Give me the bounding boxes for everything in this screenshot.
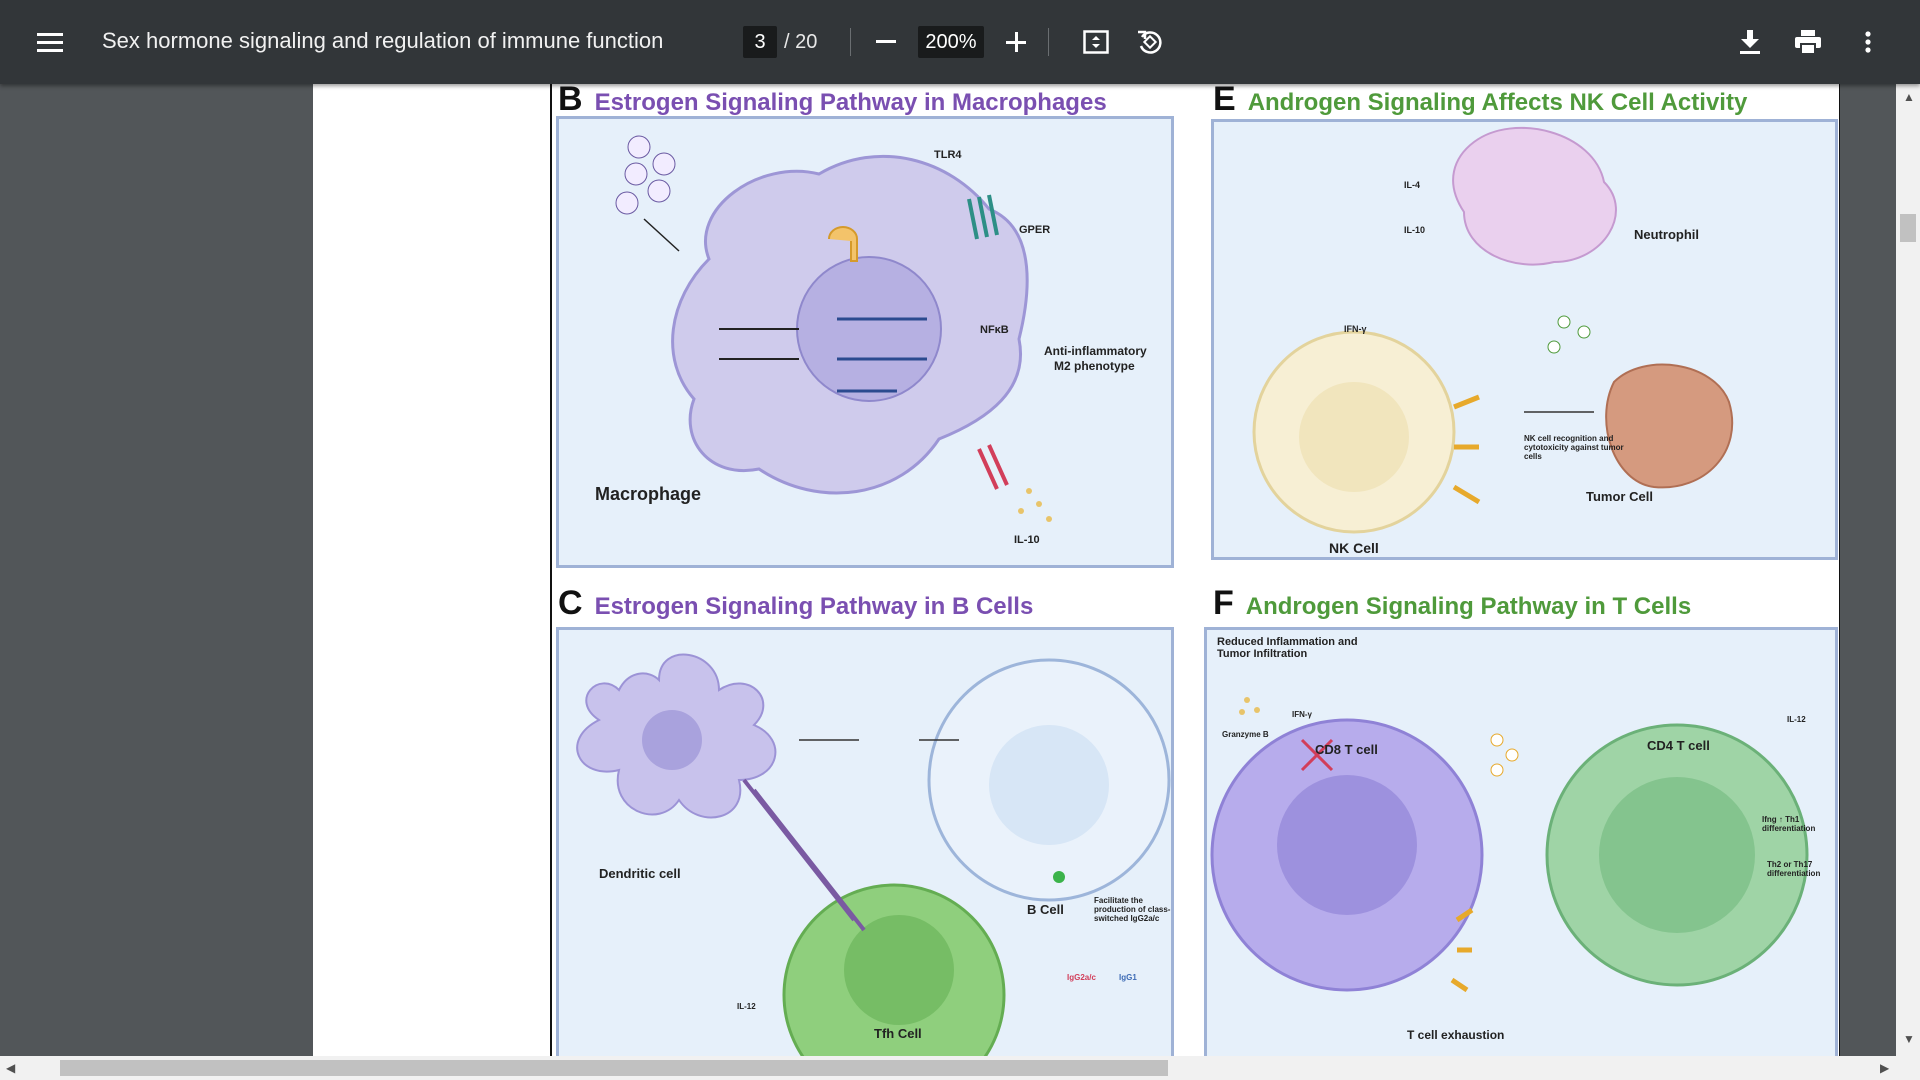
menu-icon[interactable] [34,26,66,58]
panel-b-heading: B Estrogen Signaling Pathway in Macrophag… [558,84,1107,118]
t-cell-exhaustion-label: T cell exhaustion [1407,1028,1505,1042]
zoom-in-icon[interactable] [1000,26,1032,58]
page-number-input[interactable]: 3 [743,26,777,58]
il12-label: IL-12 [1787,715,1806,724]
horizontal-scroll-thumb[interactable] [60,1060,1168,1076]
tlr4-label: TLR4 [934,149,962,161]
dendritic-cell-label: Dendritic cell [599,866,681,881]
m2-phenotype-label: M2 phenotype [1054,359,1135,373]
nk-cell-label: NK Cell [1329,540,1379,556]
more-options-icon[interactable] [1852,26,1884,58]
tfh-cell-label: Tfh Cell [874,1026,922,1041]
toolbar-divider [850,28,851,56]
nfkb-label: NFκB [980,324,1009,336]
gper-label: GPER [1019,224,1051,236]
b-cell-label: B Cell [1027,902,1064,917]
scroll-down-arrow-icon[interactable]: ▼ [1903,1032,1915,1046]
igg1-label: IgG1 [1119,973,1137,982]
il10-label: IL-10 [1404,225,1426,235]
panel-b-macrophage-figure: Macrophage Anti-inflammatory M2 phenotyp… [556,116,1174,568]
il12-label: IL-12 [737,1002,756,1011]
print-icon[interactable] [1792,26,1824,58]
fit-page-icon[interactable] [1080,26,1112,58]
cd4-t-cell-label: CD4 T cell [1647,738,1710,753]
page-total: / 20 [784,31,818,53]
facilitate-label: Facilitate the production of class-switc… [1094,896,1171,923]
th2-label: Th2 or Th17 differentiation [1767,860,1821,878]
nk-cell-illustration [1252,127,1734,534]
panel-c-bcell-figure: Dendritic cell B Cell Tfh Cell Facilitat… [556,627,1174,1056]
panel-c-heading: C Estrogen Signaling Pathway in B Cells [558,584,1034,622]
scroll-up-arrow-icon[interactable]: ▲ [1903,90,1915,104]
cd8-t-cell-label: CD8 T cell [1315,742,1378,757]
panel-f-tcell-figure: Reduced Inflammation and Tumor Infiltrat… [1204,627,1838,1056]
il10-label: IL-10 [1014,534,1040,546]
document-title: Sex hormone signaling and regulation of … [102,28,664,53]
pdf-page: B Estrogen Signaling Pathway in Macrophag… [313,84,1840,1056]
rotate-icon[interactable] [1132,24,1168,60]
tumor-cell-label: Tumor Cell [1586,489,1653,504]
vertical-scroll-thumb[interactable] [1900,214,1916,242]
il4-label: IL-4 [1404,180,1421,190]
nk-recognition-label: NK cell recognition and cytotoxicity aga… [1524,434,1624,461]
zoom-out-icon[interactable] [870,26,902,58]
b-cell-illustration [576,653,1171,1056]
vertical-scrollbar[interactable]: ▲ ▼ [1896,84,1920,1056]
scroll-left-arrow-icon[interactable]: ◀ [6,1061,15,1075]
th1-label: Ifng ↑ Th1 differentiation [1762,815,1816,833]
reduced-inflammation-label: Reduced Inflammation and Tumor Infiltrat… [1217,636,1358,660]
granzyme-label: Granzyme B [1222,730,1269,739]
panel-e-heading: E Androgen Signaling Affects NK Cell Acti… [1213,84,1748,118]
scroll-right-arrow-icon[interactable]: ▶ [1880,1061,1889,1075]
toolbar-divider [1048,28,1049,56]
page-margin-line [1839,84,1840,1056]
t-cell-illustration [1210,697,1809,993]
pdf-toolbar: Sex hormone signaling and regulation of … [0,0,1920,84]
ifng-label: IFN-γ [1344,324,1367,334]
panel-e-nk-figure: Neutrophil NK Cell Tumor Cell IL-4 IL-10… [1211,119,1838,560]
ifng-label: IFN-γ [1292,710,1312,719]
neutrophil-label: Neutrophil [1634,227,1699,242]
panel-f-heading: F Androgen Signaling Pathway in T Cells [1213,584,1692,622]
anti-inflammatory-label: Anti-inflammatory [1044,344,1147,358]
page-margin-line [550,84,552,1056]
horizontal-scrollbar[interactable]: ◀ ▶ [0,1056,1920,1080]
macrophage-label: Macrophage [595,484,702,504]
zoom-level-input[interactable]: 200% [918,26,984,58]
download-icon[interactable] [1734,26,1766,58]
igg2-label: IgG2a/c [1067,973,1096,982]
